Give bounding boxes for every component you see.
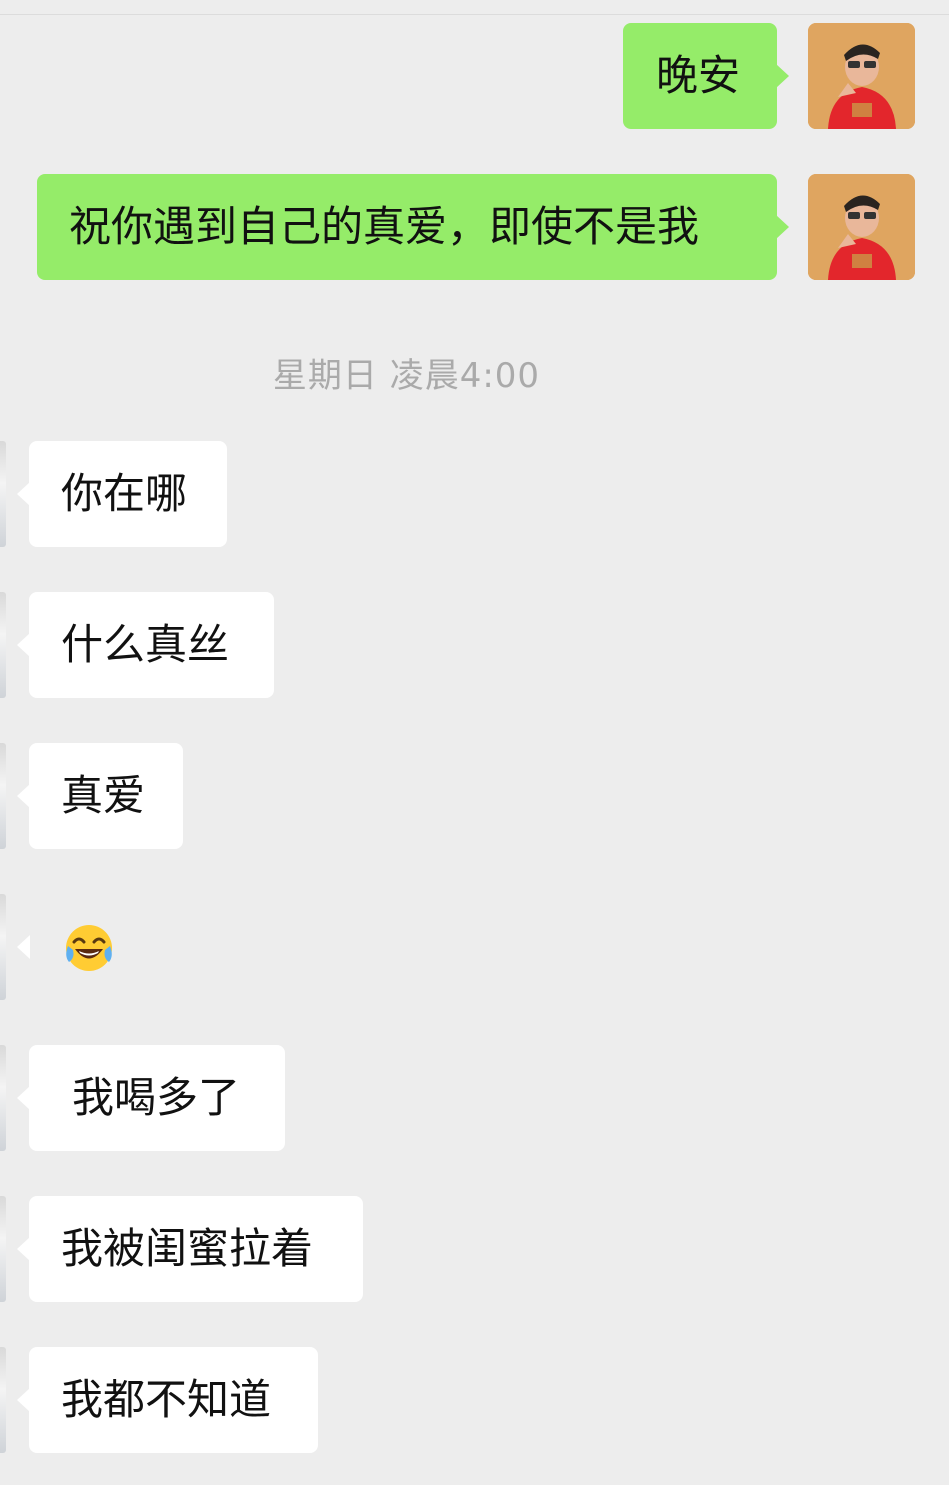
tears-of-joy-emoji-icon xyxy=(66,925,112,971)
incoming-message[interactable]: 我都不知道 xyxy=(17,1347,318,1453)
message-text: 祝你遇到自己的真爱，即使不是我 xyxy=(69,202,700,251)
self-avatar[interactable] xyxy=(808,23,915,129)
top-divider xyxy=(0,14,949,15)
message-text: 你在哪 xyxy=(61,469,188,518)
incoming-message[interactable]: 真爱 xyxy=(17,743,183,849)
other-avatar[interactable] xyxy=(0,441,6,547)
other-avatar[interactable] xyxy=(0,894,6,1000)
other-avatar[interactable] xyxy=(0,1347,6,1453)
avatar-man-red-shirt-icon xyxy=(808,174,915,280)
incoming-message[interactable]: 什么真丝 xyxy=(17,592,274,698)
self-avatar[interactable] xyxy=(808,174,915,280)
other-avatar[interactable] xyxy=(0,743,6,849)
outgoing-message[interactable]: 晚安 xyxy=(623,23,789,129)
other-avatar[interactable] xyxy=(0,1196,6,1302)
message-text: 真爱 xyxy=(61,771,146,820)
message-text: 我都不知道 xyxy=(61,1375,272,1424)
incoming-message[interactable]: 我喝多了 xyxy=(17,1045,285,1151)
message-text: 什么真丝 xyxy=(61,620,230,669)
other-avatar[interactable] xyxy=(0,592,6,698)
other-avatar[interactable] xyxy=(0,1045,6,1151)
incoming-message[interactable]: 你在哪 xyxy=(17,441,227,547)
message-timestamp: 星期日 凌晨4:00 xyxy=(272,356,541,396)
avatar-man-red-shirt-icon xyxy=(808,23,915,129)
incoming-message[interactable]: 我被闺蜜拉着 xyxy=(17,1196,363,1302)
message-text: 我被闺蜜拉着 xyxy=(61,1224,314,1273)
message-text: 晚安 xyxy=(656,51,741,100)
outgoing-message[interactable]: 祝你遇到自己的真爱，即使不是我 xyxy=(37,174,789,280)
message-text: 我喝多了 xyxy=(72,1073,241,1122)
